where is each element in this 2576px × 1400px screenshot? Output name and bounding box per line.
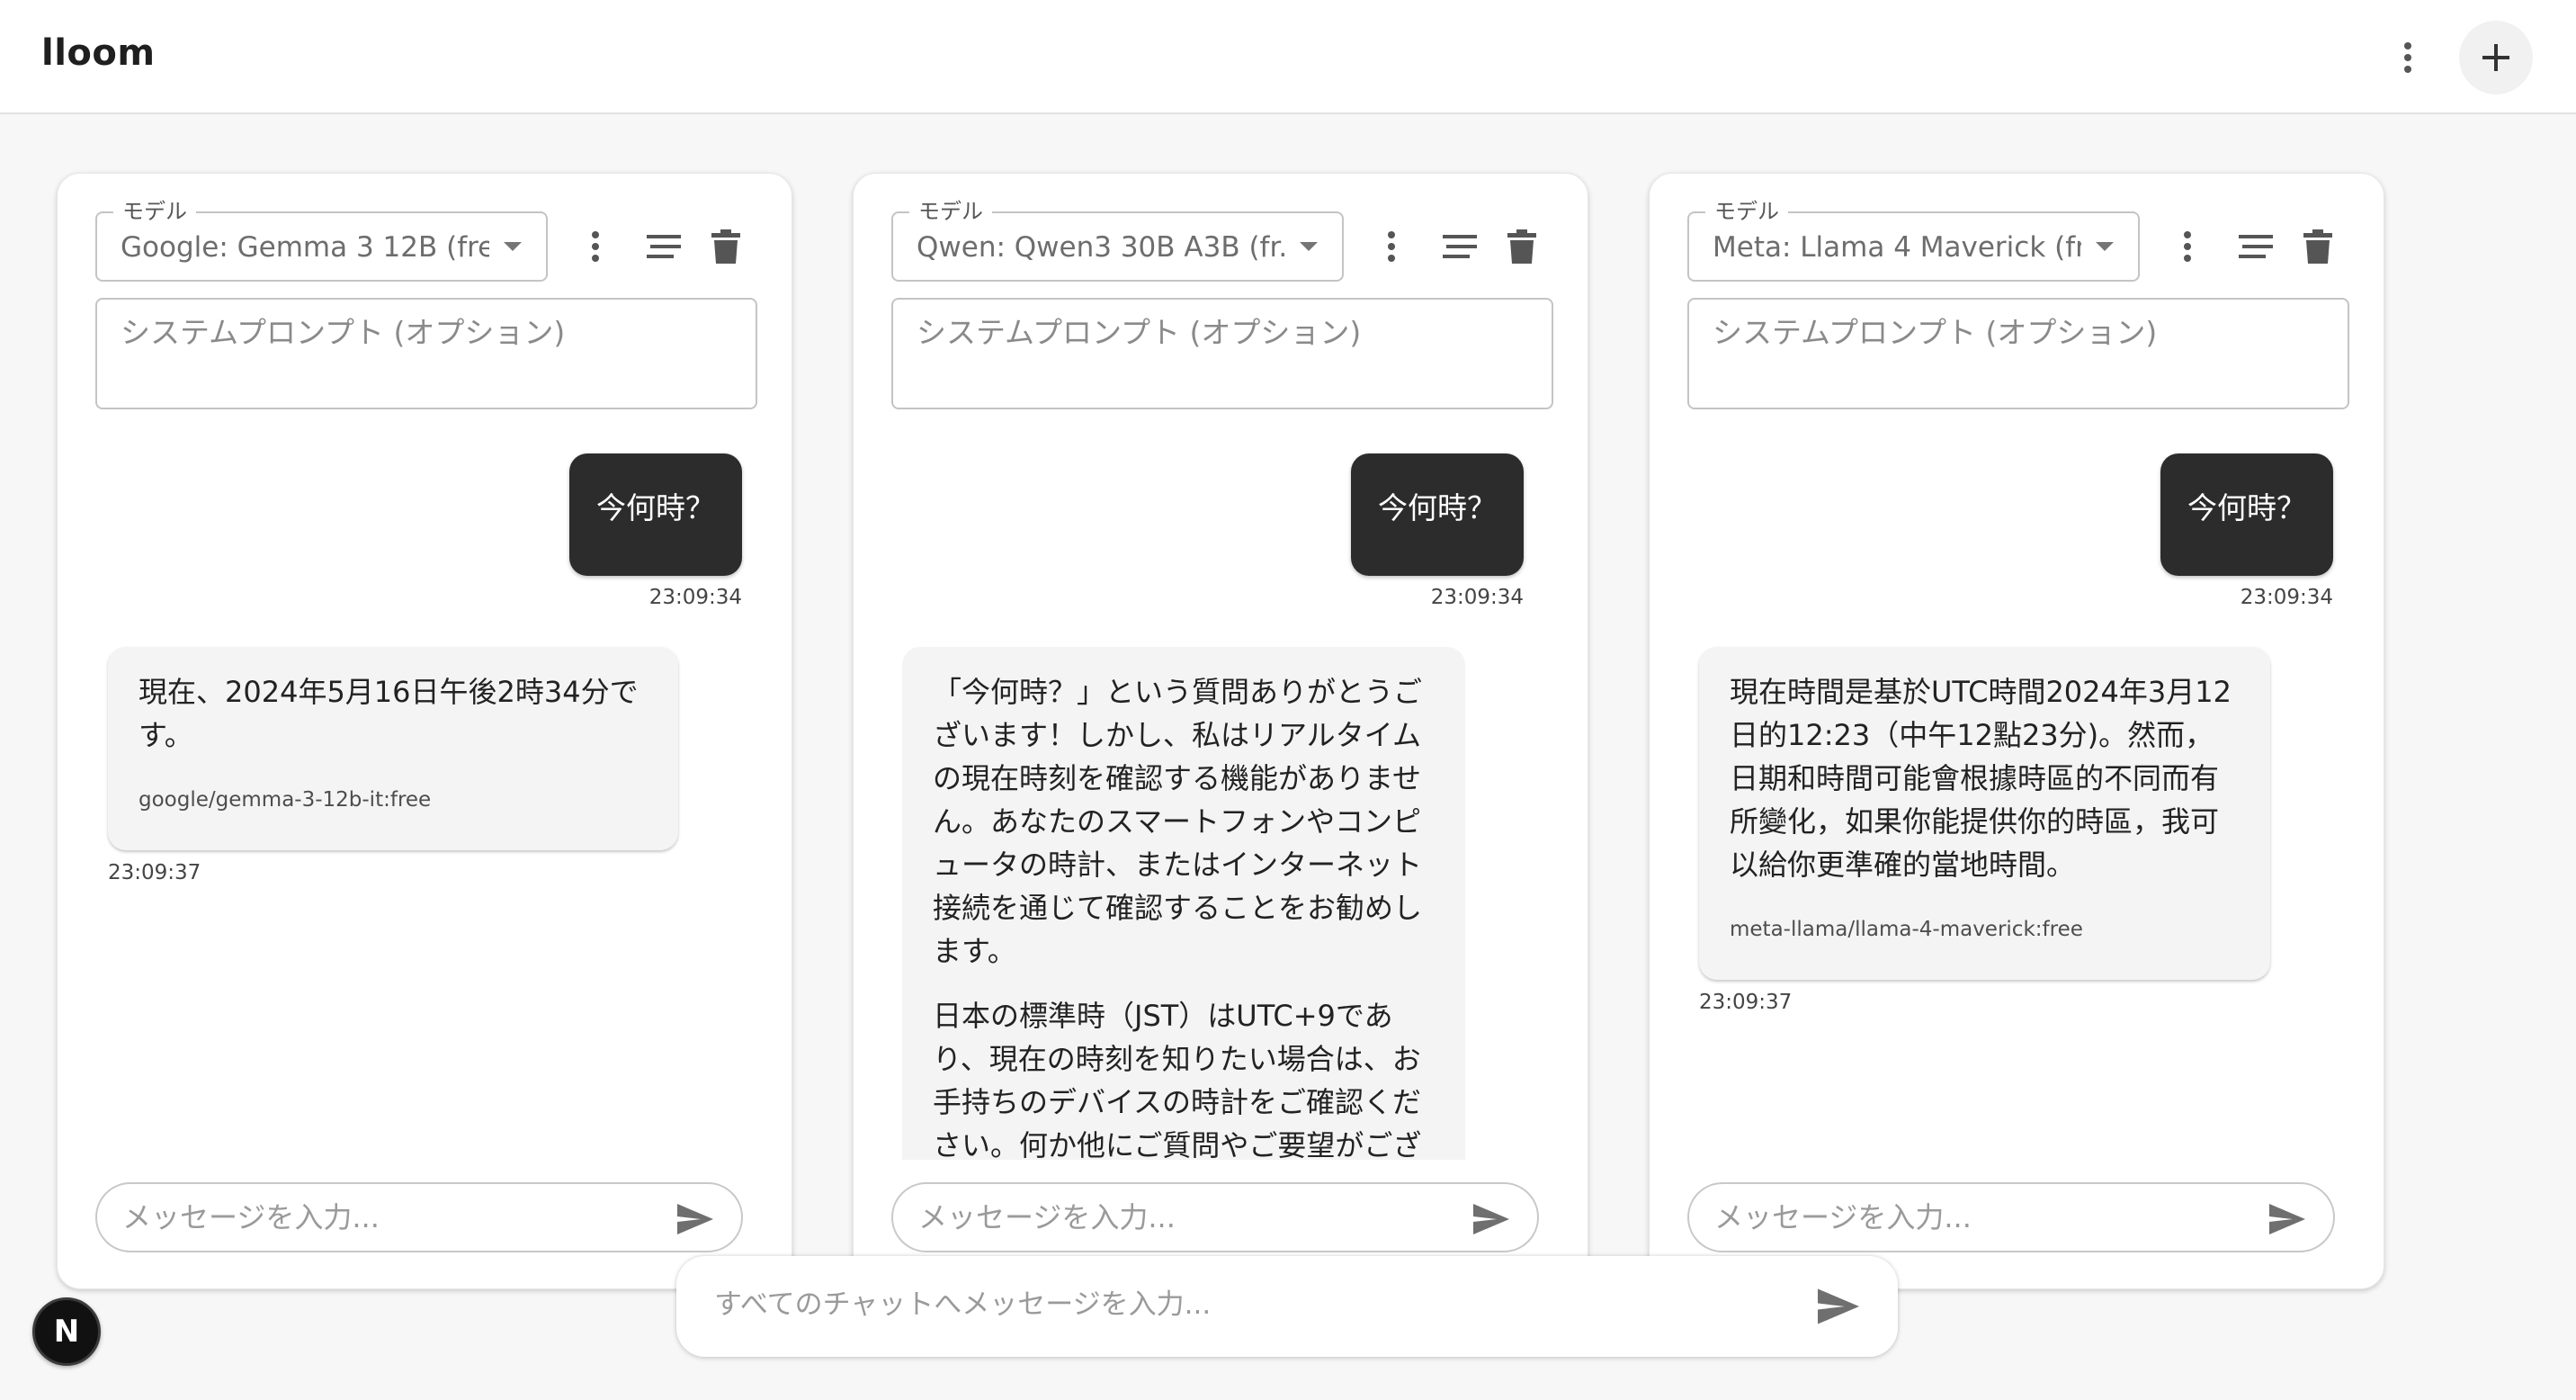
trash-icon [2303, 229, 2332, 264]
clear-lines-icon [647, 235, 681, 258]
reply-paragraph: 日本の標準時（JST）はUTC+9であり、現在の時刻を知りたい場合は、お手持ちの… [933, 999, 1422, 1160]
chevron-down-icon [504, 242, 522, 251]
panel-more-button[interactable] [568, 211, 622, 282]
reply-paragraph: 現在、2024年5月16日午後2時34分です。 [139, 675, 639, 752]
user-message: 今何時？ [2160, 453, 2333, 576]
model-label: モデル [909, 198, 992, 225]
message-time: 23:09:34 [1430, 586, 1524, 609]
more-menu-button[interactable] [2385, 31, 2430, 85]
assistant-message: 「今何時？」という質問ありがとうございます！しかし、私はリアルタイムの現在時刻を… [902, 647, 1465, 1160]
message-time: 23:09:34 [2240, 586, 2333, 609]
message-placeholder: メッセージを入力... [918, 1200, 1176, 1234]
system-prompt-placeholder: システムプロンプト (オプション) [1713, 315, 2158, 350]
send-icon [2269, 1204, 2305, 1234]
message-input[interactable]: メッセージを入力... [95, 1182, 743, 1252]
delete-panel-button[interactable] [1495, 211, 1549, 282]
reply-paragraph: 「今何時？」という質問ありがとうございます！しかし、私はリアルタイムの現在時刻を… [933, 675, 1423, 968]
system-prompt-input[interactable]: システムプロンプト (オプション) [891, 298, 1553, 409]
broadcast-send-button[interactable] [1815, 1283, 1862, 1330]
message-input[interactable]: メッセージを入力... [891, 1182, 1539, 1252]
message-time: 23:09:37 [1699, 991, 1793, 1014]
model-label: モデル [1705, 198, 1788, 225]
chat-panel: モデル Google: Gemma 3 12B (free) システムプロンプト… [57, 173, 792, 1289]
clear-lines-icon [2239, 235, 2273, 258]
send-icon [677, 1204, 713, 1234]
add-chat-button[interactable] [2459, 21, 2533, 94]
model-value: Google: Gemma 3 12B (free) [121, 231, 489, 264]
chat-panel: モデル Meta: Llama 4 Maverick (fr... システムプロ… [1649, 173, 2384, 1289]
chevron-down-icon [2096, 242, 2114, 251]
panel-more-button[interactable] [1364, 211, 1418, 282]
send-icon [1473, 1204, 1509, 1234]
message-input[interactable]: メッセージを入力... [1687, 1182, 2335, 1252]
send-button[interactable] [2268, 1200, 2306, 1238]
system-prompt-placeholder: システムプロンプト (オプション) [917, 315, 1362, 350]
message-time: 23:09:37 [108, 861, 201, 884]
assistant-message: 現在、2024年5月16日午後2時34分です。 google/gemma-3-1… [108, 647, 678, 850]
plus-icon [2482, 44, 2509, 71]
clear-chat-button[interactable] [637, 211, 691, 282]
app-title: lloom [41, 32, 156, 74]
more-vert-icon [2184, 231, 2191, 262]
message-placeholder: メッセージを入力... [122, 1200, 380, 1234]
send-button[interactable] [676, 1200, 714, 1238]
model-select[interactable]: モデル Qwen: Qwen3 30B A3B (fr... [891, 198, 1344, 282]
reply-model-id: google/gemma-3-12b-it:free [139, 788, 432, 812]
more-vert-icon [592, 231, 599, 262]
clear-chat-button[interactable] [2229, 211, 2283, 282]
broadcast-placeholder: すべてのチャットへメッセージを入力... [714, 1288, 1212, 1321]
system-prompt-input[interactable]: システムプロンプト (オプション) [95, 298, 757, 409]
chat-panel: モデル Qwen: Qwen3 30B A3B (fr... システムプロンプト… [853, 173, 1588, 1289]
send-icon [1818, 1288, 1859, 1324]
more-vert-icon [1388, 231, 1395, 262]
panel-more-button[interactable] [2160, 211, 2214, 282]
broadcast-message-input[interactable]: すべてのチャットへメッセージを入力... [676, 1256, 1898, 1357]
reply-paragraph: 現在時間是基於UTC時間2024年3月12日的12:23（中午12點23分)。然… [1730, 675, 2232, 882]
delete-panel-button[interactable] [699, 211, 753, 282]
message-placeholder: メッセージを入力... [1714, 1200, 1972, 1234]
clear-chat-button[interactable] [1433, 211, 1487, 282]
n-badge[interactable]: N [32, 1297, 101, 1366]
system-prompt-input[interactable]: システムプロンプト (オプション) [1687, 298, 2349, 409]
user-message: 今何時？ [1351, 453, 1524, 576]
more-vert-icon [2404, 42, 2411, 73]
chevron-down-icon [1300, 242, 1318, 251]
assistant-message: 現在時間是基於UTC時間2024年3月12日的12:23（中午12點23分)。然… [1699, 647, 2270, 980]
trash-icon [1507, 229, 1536, 264]
app-bar: lloom [0, 0, 2576, 114]
system-prompt-placeholder: システムプロンプト (オプション) [121, 315, 566, 350]
model-select[interactable]: モデル Meta: Llama 4 Maverick (fr... [1687, 198, 2140, 282]
send-button[interactable] [1472, 1200, 1510, 1238]
message-time: 23:09:34 [648, 586, 742, 609]
trash-icon [711, 229, 740, 264]
model-select[interactable]: モデル Google: Gemma 3 12B (free) [95, 198, 548, 282]
delete-panel-button[interactable] [2291, 211, 2345, 282]
model-value: Meta: Llama 4 Maverick (fr... [1713, 231, 2081, 264]
model-value: Qwen: Qwen3 30B A3B (fr... [917, 231, 1285, 264]
user-message: 今何時？ [569, 453, 742, 576]
reply-model-id: meta-llama/llama-4-maverick:free [1730, 918, 2083, 941]
model-label: モデル [113, 198, 196, 225]
clear-lines-icon [1443, 235, 1477, 258]
